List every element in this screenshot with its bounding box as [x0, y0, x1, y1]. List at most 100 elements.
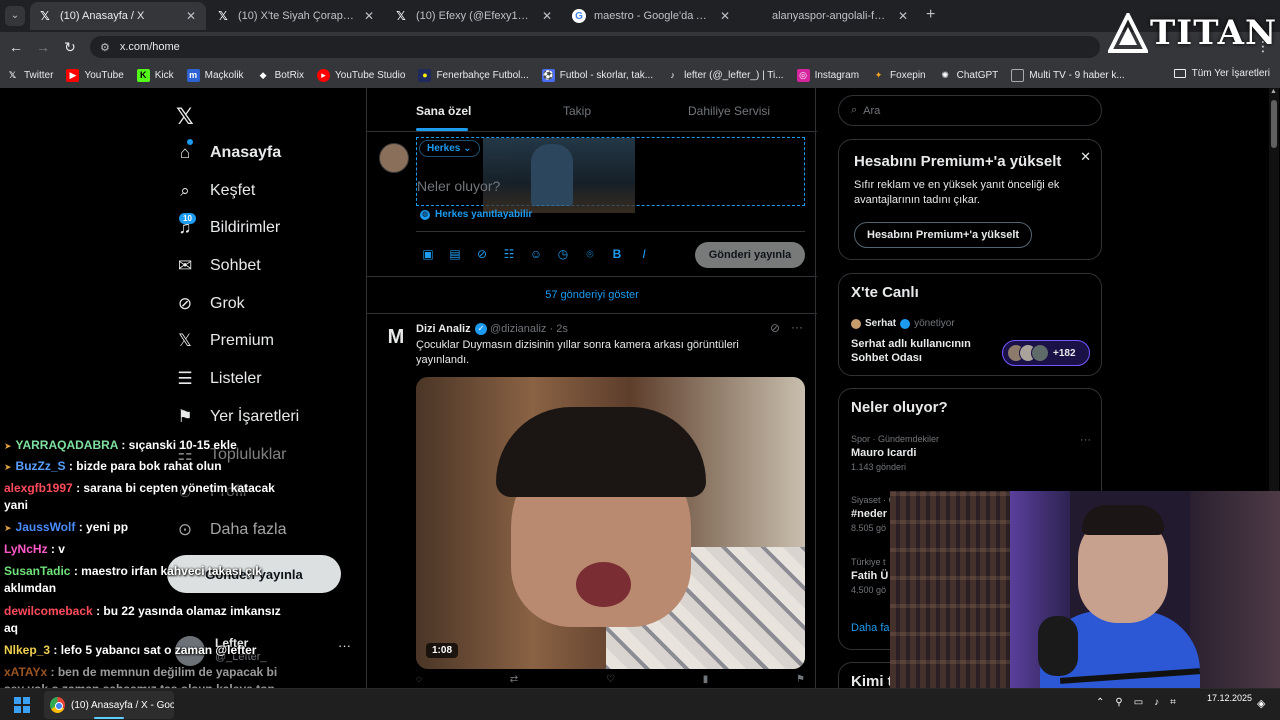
listeners-pill[interactable]: +182 [1002, 340, 1090, 366]
webcam-overlay [890, 491, 1280, 688]
audience-selector[interactable]: Herkes ⌄ [419, 140, 480, 157]
chat-user: LyNcHz [4, 542, 48, 556]
poll-icon[interactable]: ☷ [500, 246, 518, 262]
avatar[interactable]: M [382, 326, 410, 354]
close-icon[interactable]: ✕ [718, 9, 732, 23]
repost-icon[interactable]: ⇄ [510, 674, 518, 688]
reply-setting[interactable]: ◍ Herkes yanıtlayabilir [420, 209, 532, 220]
bookmark-multitv[interactable]: Multi TV - 9 haber k... [1011, 68, 1125, 82]
tweet-author[interactable]: Dizi Analiz [416, 323, 471, 335]
nav-sohbet[interactable]: ✉ Sohbet [175, 252, 261, 280]
back-button[interactable]: ← [7, 38, 25, 56]
speaker-icon[interactable]: ♪ [1154, 697, 1159, 708]
more-icon[interactable]: ··· [1080, 434, 1091, 446]
bookmark-tiktok[interactable]: ♪ lefter (@_lefter_) | Ti... [666, 69, 783, 82]
views-icon[interactable]: ▮ [703, 674, 709, 688]
bookmark-botrix[interactable]: ◆ BotRix [257, 69, 304, 82]
tray-app-icon[interactable]: ⚲ [1115, 697, 1122, 708]
tab-siyah-coraplilar[interactable]: 𝕏 (10) X'te Siyah Çoraplılar: " ✕ [208, 2, 384, 30]
search-icon: ⌕ [851, 104, 858, 116]
reload-button[interactable]: ↻ [61, 38, 79, 56]
nav-grok[interactable]: ⊘ Grok [175, 290, 245, 318]
network-icon[interactable]: ⌗ [1170, 697, 1176, 708]
forward-button[interactable]: → [34, 38, 52, 56]
chat-text: : sıçanski 10-15 ekle [121, 438, 237, 452]
reply-icon[interactable]: ◌ [416, 674, 422, 688]
bookmark-flashscore[interactable]: ⚽ Futbol - skorlar, tak... [541, 68, 653, 82]
chat-user: alexgfb1997 [4, 481, 73, 495]
windows-start-icon[interactable] [14, 697, 30, 713]
bookmark-youtube[interactable]: ▶ YouTube [66, 68, 124, 82]
close-icon[interactable]: ✕ [896, 9, 910, 23]
nav-listeler[interactable]: ☰ Listeler [175, 365, 261, 393]
bookmark-twitter[interactable]: 𝕏 Twitter [6, 69, 54, 82]
taskbar-chrome-app[interactable]: (10) Anasayfa / X - Goog [44, 691, 174, 719]
tab-alanyaspor[interactable]: alanyaspor-angolali-futbolcu-n ✕ [742, 2, 918, 30]
italic-icon[interactable]: I [635, 246, 653, 262]
nav-kesfet[interactable]: ⌕ Keşfet [175, 177, 255, 205]
bookmark-instagram[interactable]: ◎ Instagram [796, 68, 859, 82]
tab-sana-ozel[interactable]: Sana özel [416, 104, 471, 118]
close-icon[interactable]: ✕ [184, 9, 198, 23]
host-name: Serhat [865, 318, 897, 329]
composer-post-button[interactable]: Gönderi yayınla [695, 242, 805, 268]
scroll-up-icon[interactable]: ▲ [1270, 88, 1277, 95]
tab-efexy[interactable]: 𝕏 (10) Efexy (@Efexy1907) / X ✕ [386, 2, 562, 30]
bookmark-youtube-studio[interactable]: ▸ YouTube Studio [317, 68, 405, 82]
bookmark-foxepin[interactable]: ✦ Foxepin [872, 69, 926, 82]
show-more-trends[interactable]: Daha fa [851, 622, 890, 634]
live-room-title[interactable]: Serhat adlı kullanıcının Sohbet Odası [851, 337, 991, 365]
address-bar[interactable]: ⚙ x.com/home [90, 36, 1100, 58]
x-logo-icon: 𝕏 [8, 69, 17, 80]
close-icon[interactable]: ✕ [1080, 149, 1091, 165]
display-icon[interactable]: ▭ [1134, 697, 1143, 708]
search-input[interactable]: ⌕ Ara [838, 95, 1102, 126]
bookmark-fenerbahce[interactable]: ● Fenerbahçe Futbol... [418, 68, 529, 82]
x-logo-icon[interactable]: 𝕏 [176, 104, 194, 130]
bookmark-chatgpt[interactable]: ✺ ChatGPT [939, 69, 998, 82]
grok-icon[interactable]: ⊘ [473, 246, 491, 262]
tweet-actions: ◌ ⇄ ♡ ▮ ⚑ [416, 674, 805, 688]
new-tab-button[interactable]: + [926, 6, 935, 24]
bookmark-mackolik[interactable]: m Maçkolik [186, 68, 244, 82]
bold-icon[interactable]: B [608, 246, 626, 262]
tweet[interactable]: M Dizi Analiz ✓ @dizianaliz · 2s ⊘ ··· Ç… [367, 316, 817, 688]
chat-badge-icon: ➤ [4, 441, 12, 451]
location-icon[interactable]: ⌾ [581, 246, 599, 262]
notification-center-icon[interactable]: ◈ [1257, 697, 1265, 710]
show-new-posts[interactable]: 57 gönderiyi göster [367, 276, 817, 314]
trend-item[interactable]: Spor · Gündemdekiler Mauro Icardi 1.143 … [851, 434, 1091, 472]
all-bookmarks-button[interactable]: Tüm Yer İşaretleri [1173, 68, 1270, 79]
close-icon[interactable]: ✕ [540, 9, 554, 23]
media-icon[interactable]: ▣ [419, 246, 437, 262]
schedule-icon[interactable]: ◷ [554, 246, 572, 262]
premium-upgrade-button[interactable]: Hesabını Premium+'a yükselt [854, 222, 1033, 248]
site-info-icon[interactable]: ⚙ [100, 41, 110, 54]
emoji-icon[interactable]: ☺ [527, 246, 545, 262]
composer-placeholder[interactable]: Neler oluyor? [417, 178, 500, 194]
tab-google-maestro[interactable]: G maestro - Google'da Ara ✕ [564, 2, 740, 30]
grok-icon[interactable]: ⊘ [770, 321, 780, 335]
nav-premium[interactable]: 𝕏 Premium [175, 327, 274, 355]
listener-count: +182 [1053, 347, 1076, 359]
trend-count: 1.143 gönderi [851, 462, 907, 472]
gif-icon[interactable]: ▤ [446, 246, 464, 262]
bookmark-kick[interactable]: K Kick [136, 68, 174, 82]
tab-dahiliye-servisi[interactable]: Dahiliye Servisi [688, 104, 770, 118]
tab-takip[interactable]: Takip [563, 104, 591, 118]
tab-search-button[interactable]: ⌄ [5, 6, 25, 26]
close-icon[interactable]: ✕ [362, 9, 376, 23]
chevron-up-icon[interactable]: ⌃ [1096, 697, 1104, 708]
live-host[interactable]: Serhat yönetiyor [851, 318, 955, 329]
more-icon[interactable]: ··· [791, 320, 803, 334]
bookmark-icon[interactable]: ⚑ [796, 674, 805, 688]
avatar[interactable] [379, 143, 409, 173]
taskbar-clock[interactable]: 17.12.2025 [1200, 692, 1252, 704]
nav-anasayfa[interactable]: ⌂ Anasayfa [175, 139, 281, 167]
composer-dropzone[interactable]: Herkes ⌄ Neler oluyor? [416, 137, 805, 213]
like-icon[interactable]: ♡ [606, 674, 615, 688]
scrollbar-thumb[interactable] [1271, 100, 1277, 148]
nav-yer-isaretleri[interactable]: ⚑ Yer İşaretleri [175, 403, 299, 431]
tweet-video[interactable]: 1:08 [416, 377, 805, 669]
tab-anasayfa[interactable]: 𝕏 (10) Anasayfa / X ✕ [30, 2, 206, 30]
